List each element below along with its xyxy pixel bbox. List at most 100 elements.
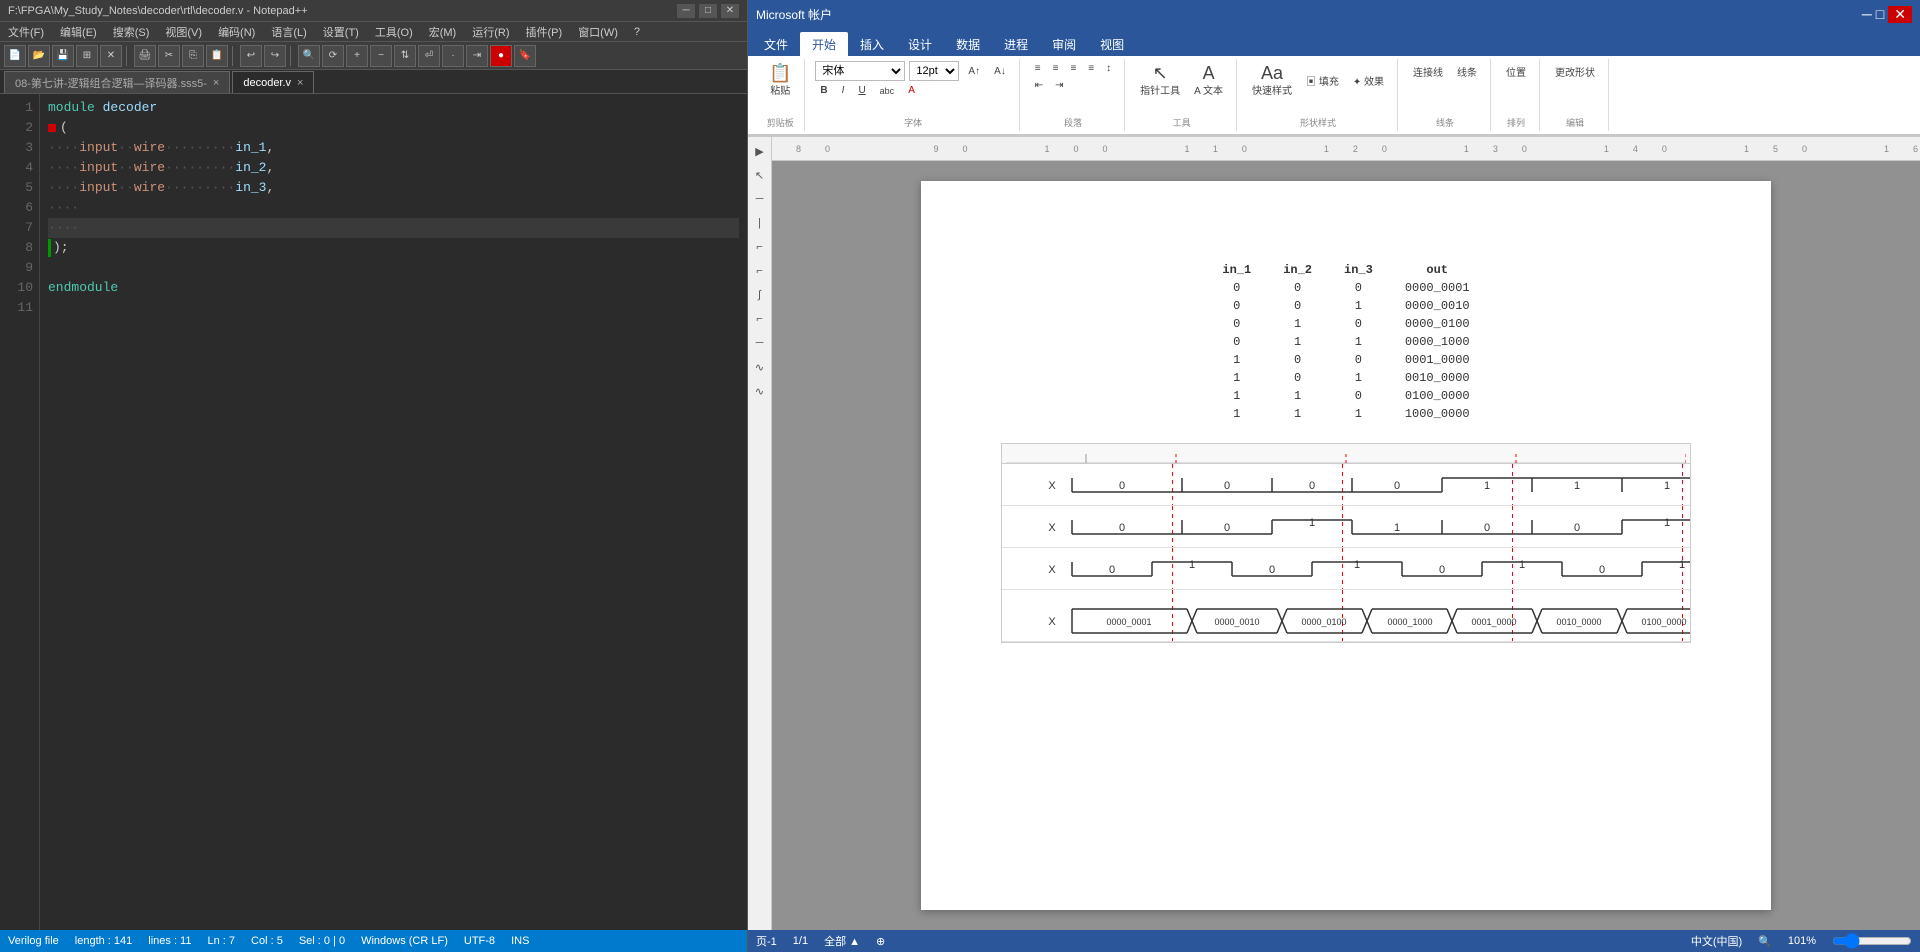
fill-button[interactable]: ▣ 填充	[1301, 70, 1344, 91]
italic-button[interactable]: I	[837, 83, 850, 98]
whitespace-button[interactable]: ·	[442, 45, 464, 67]
menu-tools[interactable]: 工具(O)	[371, 23, 417, 41]
connector-button[interactable]: 连接线	[1408, 61, 1448, 82]
redo-button[interactable]: ↪	[264, 45, 286, 67]
code-editor[interactable]: module decoder ( ···· input ·· wire ····…	[40, 94, 747, 930]
menu-window[interactable]: 窗口(W)	[574, 23, 622, 41]
replace-button[interactable]: ⟳	[322, 45, 344, 67]
expand-button[interactable]: 全部 ▲	[824, 933, 860, 949]
bookmark-button[interactable]: 🔖	[514, 45, 536, 67]
font-name-select[interactable]: 宋体	[815, 61, 905, 81]
pointer-tool-button[interactable]: ↖ 指针工具	[1135, 61, 1185, 100]
menu-view[interactable]: 视图(V)	[161, 23, 206, 41]
indent-left-button[interactable]: ⇤	[1030, 78, 1048, 93]
menu-run[interactable]: 运行(R)	[468, 23, 513, 41]
font-color-button[interactable]: A	[903, 83, 920, 98]
signal2-icon: ⌐	[750, 309, 770, 329]
sync-scroll-button[interactable]: ⇅	[394, 45, 416, 67]
wrap-button[interactable]: ⏎	[418, 45, 440, 67]
align-center-button[interactable]: ≡	[1048, 61, 1064, 76]
menu-macro[interactable]: 宏(M)	[425, 23, 461, 41]
text-tool-label: A 文本	[1194, 82, 1223, 97]
line-color-button[interactable]: 线条	[1452, 61, 1482, 82]
table-row: 0110000_1000	[1206, 333, 1485, 351]
font-shrink-button[interactable]: A↓	[989, 64, 1011, 79]
open-file-button[interactable]: 📂	[28, 45, 50, 67]
indent-button[interactable]: ⇥	[466, 45, 488, 67]
truth-table: in_1 in_2 in_3 out 0000000_0001 0010000_…	[1001, 261, 1691, 423]
cut-button[interactable]: ✂	[158, 45, 180, 67]
tab-sss[interactable]: 08-第七讲-逻辑组合逻辑—译码器.sss5- ×	[4, 71, 230, 93]
save-all-button[interactable]: ⊞	[76, 45, 98, 67]
indent-right-button[interactable]: ⇥	[1050, 78, 1068, 93]
corner-icon: ⌐	[750, 237, 770, 257]
tab-review[interactable]: 审阅	[1040, 32, 1088, 56]
paste-button[interactable]: 📋 粘贴	[764, 61, 796, 100]
zoom-slider[interactable]	[1832, 933, 1912, 949]
tab-design[interactable]: 设计	[896, 32, 944, 56]
menu-plugins[interactable]: 插件(P)	[522, 23, 567, 41]
change-shape-button[interactable]: 更改形状	[1550, 61, 1600, 82]
minimize-button[interactable]: ─	[677, 4, 695, 18]
position-label: 位置	[1506, 64, 1526, 79]
zoom-out-button[interactable]: −	[370, 45, 392, 67]
font-size-select[interactable]: 12pt	[909, 61, 959, 81]
align-left-button[interactable]: ≡	[1030, 61, 1046, 76]
tab-insert[interactable]: 插入	[848, 32, 896, 56]
align-right-button[interactable]: ≡	[1065, 61, 1081, 76]
tab-view[interactable]: 视图	[1088, 32, 1136, 56]
menu-language[interactable]: 语言(L)	[267, 23, 310, 41]
font-row2: B I U abc A	[815, 83, 1010, 98]
word-maximize-button[interactable]: □	[1876, 6, 1884, 23]
zoom-icon[interactable]: 🔍	[1758, 935, 1772, 948]
highlight-button[interactable]: ●	[490, 45, 512, 67]
tab-data[interactable]: 数据	[944, 32, 992, 56]
quick-style-button[interactable]: Aa 快速样式	[1247, 61, 1297, 100]
tab-file[interactable]: 文件	[752, 32, 800, 56]
word-close-button[interactable]: ✕	[1888, 6, 1912, 23]
close-button[interactable]: ✕	[721, 4, 739, 18]
menu-file[interactable]: 文件(F)	[4, 23, 48, 41]
text-tool-button[interactable]: A A 文本	[1189, 61, 1228, 100]
strikethrough-button[interactable]: abc	[875, 84, 900, 98]
line-spacing-button[interactable]: ↕	[1101, 61, 1116, 76]
add-page-button[interactable]: ⊕	[876, 935, 885, 948]
menu-encoding[interactable]: 编码(N)	[214, 23, 259, 41]
notepad-title: F:\FPGA\My_Study_Notes\decoder\rtl\decod…	[8, 5, 308, 17]
close-button[interactable]: ✕	[100, 45, 122, 67]
header-in1: in_1	[1206, 261, 1267, 279]
find-button[interactable]: 🔍	[298, 45, 320, 67]
tab-decoder-close[interactable]: ×	[297, 77, 303, 89]
tab-decoder[interactable]: decoder.v ×	[232, 71, 314, 93]
word-minimize-button[interactable]: ─	[1862, 6, 1872, 23]
save-file-button[interactable]: 💾	[52, 45, 74, 67]
expand-icon[interactable]: ▶	[750, 141, 770, 161]
arrange-label: 排列	[1507, 116, 1525, 129]
justify-button[interactable]: ≡	[1083, 61, 1099, 76]
position-button[interactable]: 位置	[1501, 61, 1531, 82]
effect-button[interactable]: ✦ 效果	[1348, 70, 1389, 91]
menu-edit[interactable]: 编辑(E)	[56, 23, 101, 41]
copy-button[interactable]: ⎘	[182, 45, 204, 67]
waveform-row-in2: X 0 0 1	[1002, 506, 1690, 548]
zoom-in-button[interactable]: +	[346, 45, 368, 67]
wave-val: 1	[1354, 559, 1360, 571]
corner2-icon: ⌐	[750, 261, 770, 281]
wave-val: 1	[1664, 517, 1670, 529]
menu-settings[interactable]: 设置(T)	[319, 23, 363, 41]
paste-button[interactable]: 📋	[206, 45, 228, 67]
word-page-area[interactable]: in_1 in_2 in_3 out 0000000_0001 0010000_…	[772, 161, 1920, 930]
maximize-button[interactable]: □	[699, 4, 717, 18]
new-file-button[interactable]: 📄	[4, 45, 26, 67]
undo-button[interactable]: ↩	[240, 45, 262, 67]
cursor-icon[interactable]: ↖	[750, 165, 770, 185]
print-button[interactable]: 🖨	[134, 45, 156, 67]
menu-help[interactable]: ?	[630, 25, 644, 39]
tab-home[interactable]: 开始	[800, 32, 848, 56]
bold-button[interactable]: B	[815, 83, 832, 98]
font-grow-button[interactable]: A↑	[963, 64, 985, 79]
underline-button[interactable]: U	[853, 83, 870, 98]
tab-process[interactable]: 进程	[992, 32, 1040, 56]
menu-search[interactable]: 搜索(S)	[109, 23, 154, 41]
tab-sss-close[interactable]: ×	[213, 77, 219, 89]
